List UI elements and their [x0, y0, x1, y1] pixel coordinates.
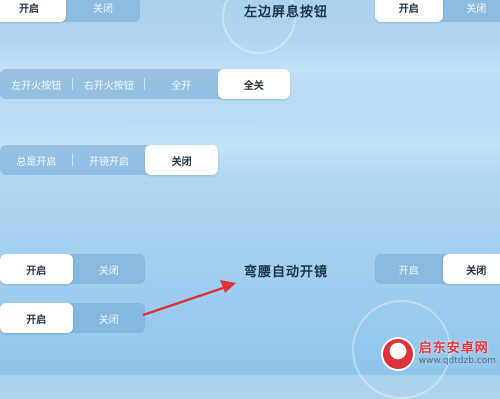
logo-icon [381, 337, 415, 371]
watermark-url: www.qdtdzb.com [419, 356, 496, 367]
watermark-name: 启东安卓网 [419, 341, 496, 356]
annotation-arrow-icon [0, 0, 500, 375]
watermark: 启东安卓网 www.qdtdzb.com [381, 337, 496, 371]
